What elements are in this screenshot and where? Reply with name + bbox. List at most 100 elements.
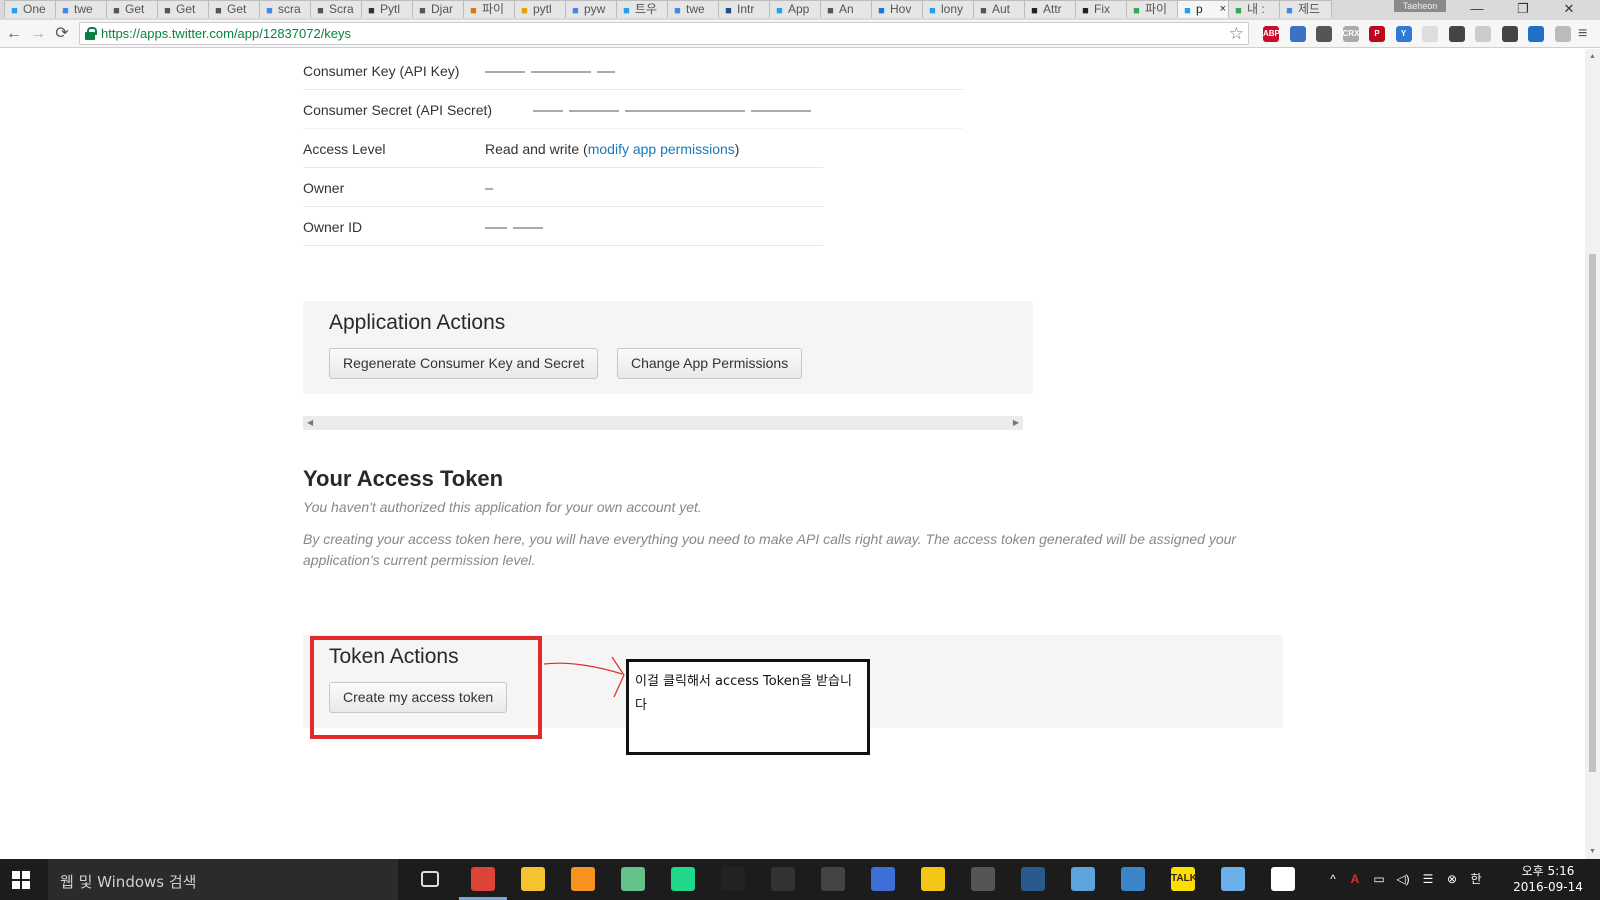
volume-icon[interactable]: ◁) <box>1395 871 1411 887</box>
terminal-icon[interactable] <box>821 867 845 891</box>
scroll-up-icon[interactable]: ▲ <box>1589 53 1596 60</box>
browser-tab[interactable]: ■ 파이 <box>463 0 516 18</box>
browser-tab[interactable]: ■ lony <box>922 0 975 18</box>
vertical-scrollbar[interactable]: ▲ ▼ <box>1585 49 1600 859</box>
pycharm-icon[interactable] <box>671 867 695 891</box>
minimize-button[interactable]: — <box>1454 0 1500 20</box>
unity-icon[interactable] <box>721 867 745 891</box>
pocket-icon[interactable] <box>1448 26 1465 42</box>
browser-tab[interactable]: ■ Hov <box>871 0 924 18</box>
browser-tab[interactable]: ■ An <box>820 0 873 18</box>
scroll-left-icon[interactable]: ◀ <box>307 416 313 430</box>
pinterest-icon[interactable]: P <box>1369 26 1385 42</box>
horizontal-scrollbar[interactable]: ◀ ▶ <box>303 416 1023 430</box>
sync-icon[interactable] <box>1316 26 1332 42</box>
browser-tab[interactable]: ■ p × <box>1177 0 1230 18</box>
atom-icon[interactable] <box>621 867 645 891</box>
twitter-bird-icon: ■ <box>929 5 936 17</box>
browser-tab[interactable]: ■ pyw <box>565 0 618 18</box>
profile-badge[interactable]: Taeheon <box>1394 0 1446 12</box>
browser-tab[interactable]: ■ 내 : <box>1228 0 1281 18</box>
monitor-icon[interactable] <box>1121 867 1145 891</box>
browser-tab[interactable]: ■ pytl <box>514 0 567 18</box>
browser-tab[interactable]: ■ Djar <box>412 0 465 18</box>
browser-tab[interactable]: ■ Aut <box>973 0 1026 18</box>
drive-icon: ■ <box>1235 5 1242 17</box>
tab-label: Attr <box>1043 2 1062 16</box>
windows-start-icon[interactable] <box>12 871 31 890</box>
acrobat-icon[interactable]: A <box>1347 871 1363 887</box>
redacted-value <box>485 63 621 79</box>
browser-tab[interactable]: ■ 트우 <box>616 0 669 18</box>
key-icon[interactable] <box>1501 26 1518 42</box>
modify-permissions-link[interactable]: modify app permissions <box>588 141 735 157</box>
taskbar-search-box[interactable]: 웹 및 Windows 검색 <box>48 859 398 900</box>
regenerate-keys-button[interactable]: Regenerate Consumer Key and Secret <box>329 348 599 379</box>
adblock-icon[interactable]: ABP <box>1263 26 1280 42</box>
notes-icon[interactable]: ☰ <box>1420 871 1436 887</box>
scroll-right-icon[interactable]: ▶ <box>1013 416 1019 430</box>
crx-icon[interactable]: CRX <box>1342 26 1359 42</box>
address-toolbar: ← → ⟳ https://apps.twitter.com/app/12837… <box>0 20 1600 48</box>
browser-tab[interactable]: ■ Fix <box>1075 0 1128 18</box>
game-icon[interactable] <box>971 867 995 891</box>
scrollbar-thumb[interactable] <box>1589 254 1596 772</box>
url-text[interactable]: https://apps.twitter.com/app/12837072/ke… <box>101 26 351 41</box>
change-permissions-button[interactable]: Change App Permissions <box>617 348 803 379</box>
lightbulb-icon[interactable] <box>921 867 945 891</box>
cast-icon[interactable] <box>1554 26 1571 42</box>
kakaotalk-icon[interactable]: TALK <box>1171 867 1197 891</box>
browser-tab[interactable]: ■ Get <box>208 0 261 18</box>
photos-icon[interactable] <box>1271 867 1295 891</box>
close-tab-icon[interactable]: × <box>1220 1 1226 17</box>
browser-tab[interactable]: ■ Pytl <box>361 0 414 18</box>
chrome-icon[interactable] <box>471 867 495 891</box>
circle-icon[interactable] <box>1422 26 1438 42</box>
page-content: Consumer Key (API Key) Consumer Secret (… <box>0 49 1585 859</box>
lock-icon <box>85 27 97 40</box>
close-window-button[interactable]: ✕ <box>1546 0 1592 20</box>
restore-button[interactable]: ❐ <box>1500 0 1546 20</box>
ime-indicator[interactable]: 한 <box>1468 871 1484 887</box>
scroll-down-icon[interactable]: ▼ <box>1589 848 1596 855</box>
network-icon[interactable] <box>871 867 895 891</box>
clock-time: 오후 5:16 <box>1521 864 1575 878</box>
paint-icon[interactable] <box>1221 867 1245 891</box>
browser-tab[interactable]: ■ Intr <box>718 0 771 18</box>
cloud-icon[interactable] <box>1071 867 1095 891</box>
shield-icon[interactable] <box>1289 26 1306 42</box>
back-arrow-icon: ← <box>6 25 22 42</box>
browser-tab[interactable]: ■ Get <box>106 0 159 18</box>
browser-tab[interactable]: ■ scra <box>259 0 312 18</box>
tab-label: Hov <box>890 2 912 16</box>
address-bar[interactable]: https://apps.twitter.com/app/12837072/ke… <box>79 22 1249 45</box>
browser-tab[interactable]: ■ 제드 <box>1279 0 1332 18</box>
back-button[interactable]: ← <box>4 24 24 44</box>
close-circle-icon[interactable]: ⊗ <box>1444 871 1460 887</box>
edge-icon[interactable] <box>1528 26 1544 42</box>
task-view-icon[interactable] <box>421 871 439 887</box>
grid-icon[interactable] <box>1475 26 1491 42</box>
browser-tab[interactable]: ■ Get <box>157 0 210 18</box>
tab-label: twe <box>74 2 93 16</box>
chrome-menu-icon[interactable]: ≡ <box>1578 24 1587 44</box>
browser-tab[interactable]: ■ 파이 <box>1126 0 1179 18</box>
steam-icon[interactable] <box>1021 867 1045 891</box>
tab-label: Intr <box>737 2 755 16</box>
browser-tab[interactable]: ■ One <box>4 0 57 18</box>
y-icon[interactable]: Y <box>1395 26 1412 42</box>
folder-icon[interactable] <box>521 867 545 891</box>
battery-icon[interactable]: ▭ <box>1371 871 1387 887</box>
epic-icon[interactable] <box>771 867 795 891</box>
forward-button[interactable]: → <box>28 24 48 44</box>
browser-tab[interactable]: ■ twe <box>55 0 108 18</box>
sublime-icon[interactable] <box>571 867 595 891</box>
tray-chevron-icon[interactable]: ^ <box>1325 871 1341 887</box>
browser-tab[interactable]: ■ twe <box>667 0 720 18</box>
reload-button[interactable]: ⟳ <box>52 24 72 44</box>
browser-tab[interactable]: ■ App <box>769 0 822 18</box>
bookmark-star-icon[interactable]: ☆ <box>1229 23 1244 44</box>
browser-tab[interactable]: ■ Scra <box>310 0 363 18</box>
taskbar-clock[interactable]: 오후 5:16 2016-09-14 <box>1508 863 1588 895</box>
browser-tab[interactable]: ■ Attr <box>1024 0 1077 18</box>
